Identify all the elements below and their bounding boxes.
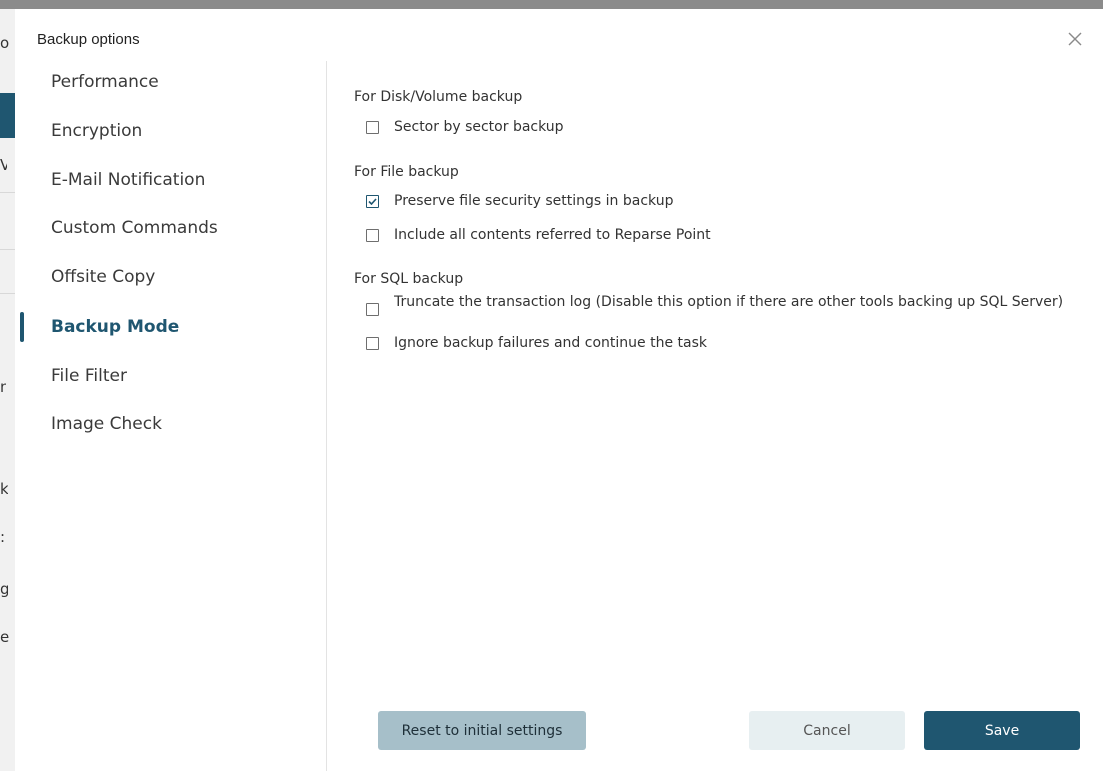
save-button[interactable]: Save bbox=[924, 711, 1080, 750]
nav-item-image-check[interactable]: Image Check bbox=[51, 414, 162, 434]
active-nav-indicator bbox=[20, 312, 24, 342]
backup-options-dialog: Backup options Performance Encryption E-… bbox=[15, 9, 1103, 771]
preserve-security-checkbox[interactable] bbox=[366, 194, 379, 208]
truncate-log-checkbox[interactable] bbox=[366, 302, 379, 316]
sector-by-sector-option[interactable]: Sector by sector backup bbox=[366, 119, 564, 135]
sql-backup-heading: For SQL backup bbox=[354, 271, 464, 287]
background-divider bbox=[0, 192, 15, 193]
reset-button[interactable]: Reset to initial settings bbox=[378, 711, 586, 750]
background-text-fragment: g bbox=[0, 580, 8, 598]
option-label: Sector by sector backup bbox=[394, 119, 564, 135]
preserve-security-option[interactable]: Preserve file security settings in backu… bbox=[366, 193, 673, 209]
background-text-fragment: V bbox=[0, 156, 7, 174]
nav-item-custom-commands[interactable]: Custom Commands bbox=[51, 218, 218, 238]
background-text-fragment: n bbox=[0, 378, 6, 396]
background-divider bbox=[0, 293, 15, 294]
checkmark-icon bbox=[368, 197, 377, 205]
option-label: Truncate the transaction log (Disable th… bbox=[394, 295, 1064, 310]
truncate-log-option[interactable]: Truncate the transaction log (Disable th… bbox=[366, 295, 1084, 323]
nav-item-encryption[interactable]: Encryption bbox=[51, 121, 142, 141]
disk-backup-heading: For Disk/Volume backup bbox=[354, 89, 523, 105]
sector-by-sector-checkbox[interactable] bbox=[366, 120, 379, 134]
background-text-fragment: o bbox=[0, 34, 9, 52]
background-accent-block bbox=[0, 93, 15, 138]
background-divider bbox=[0, 249, 15, 250]
option-label: Ignore backup failures and continue the … bbox=[394, 335, 707, 351]
cancel-button[interactable]: Cancel bbox=[749, 711, 905, 750]
dialog-title: Backup options bbox=[37, 31, 140, 48]
nav-item-offsite-copy[interactable]: Offsite Copy bbox=[51, 267, 155, 287]
background-text-fragment: el bbox=[0, 628, 9, 646]
nav-item-email-notification[interactable]: E-Mail Notification bbox=[51, 170, 205, 190]
nav-item-performance[interactable]: Performance bbox=[51, 72, 159, 92]
option-label: Include all contents referred to Reparse… bbox=[394, 227, 711, 243]
background-text-fragment: k bbox=[0, 480, 8, 498]
close-button[interactable] bbox=[1063, 27, 1087, 51]
reparse-point-option[interactable]: Include all contents referred to Reparse… bbox=[366, 227, 711, 243]
sidebar-divider bbox=[326, 61, 327, 771]
options-sidebar: Performance Encryption E-Mail Notificati… bbox=[15, 61, 326, 771]
background-title-strip bbox=[0, 0, 1103, 9]
nav-item-backup-mode[interactable]: Backup Mode bbox=[51, 317, 179, 337]
file-backup-heading: For File backup bbox=[354, 164, 459, 180]
option-label: Preserve file security settings in backu… bbox=[394, 193, 674, 209]
nav-item-file-filter[interactable]: File Filter bbox=[51, 366, 127, 386]
ignore-failures-checkbox[interactable] bbox=[366, 336, 379, 350]
background-text-fragment: : bbox=[0, 528, 6, 546]
ignore-failures-option[interactable]: Ignore backup failures and continue the … bbox=[366, 335, 707, 351]
reparse-point-checkbox[interactable] bbox=[366, 228, 379, 242]
close-icon bbox=[1068, 32, 1082, 46]
